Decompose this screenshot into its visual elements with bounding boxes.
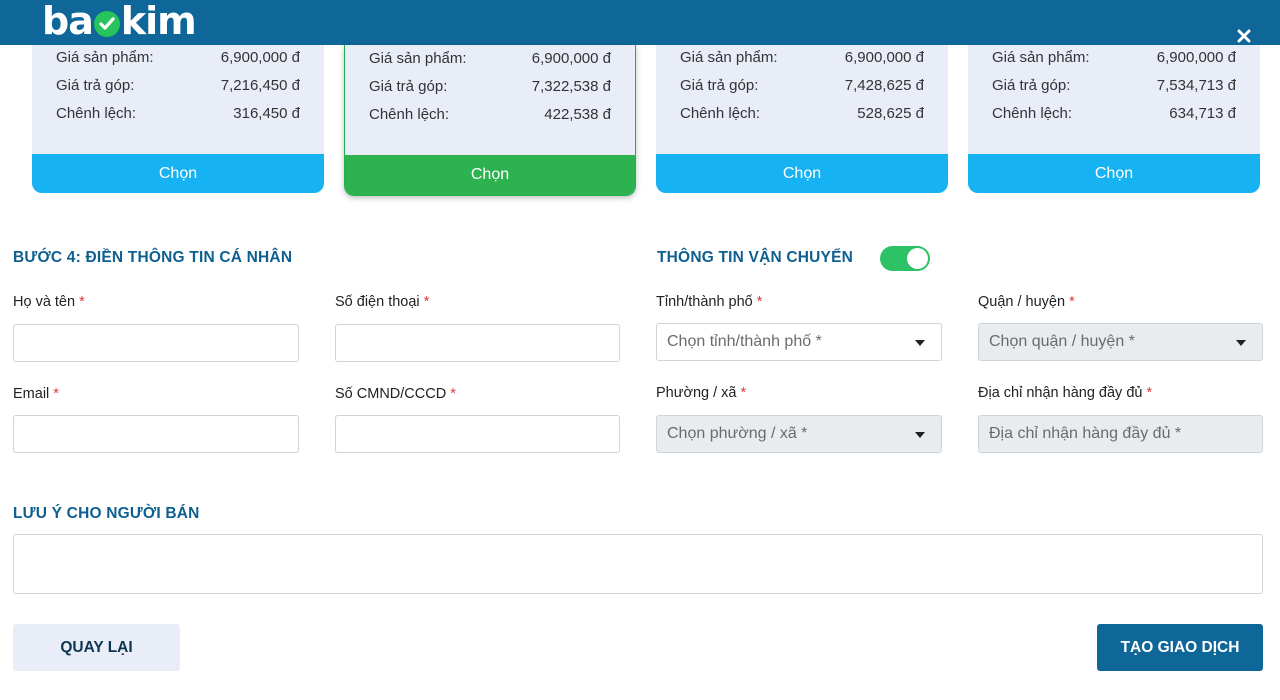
plan-price-row: Giá sản phẩm: 6,900,000 đ [369, 50, 611, 67]
required-mark: * [79, 294, 85, 310]
shipping-info-title: THÔNG TIN VẬN CHUYỂN [657, 249, 854, 266]
caret-down-icon [915, 432, 925, 438]
plan-diff-label: Chênh lệch: [369, 106, 450, 123]
required-mark: * [53, 386, 59, 402]
id-card-label-text: Số CMND/CCCD [335, 386, 447, 402]
plan-diff-row: Chênh lệch: 634,713 đ [992, 105, 1236, 122]
plan-installment-row: Giá trả góp: 7,216,450 đ [56, 77, 300, 94]
caret-down-icon [1236, 340, 1246, 346]
plan-price-row: Giá sản phẩm: 6,900,000 đ [680, 49, 924, 66]
brand-logo: ba kim [42, 0, 197, 43]
plan-installment-row: Giá trả góp: 7,534,713 đ [992, 77, 1236, 94]
id-card-label: Số CMND/CCCD * [335, 386, 456, 402]
plan-diff-row: Chênh lệch: 316,450 đ [56, 105, 300, 122]
close-icon[interactable] [1233, 25, 1255, 47]
ward-label: Phường / xã * [656, 385, 746, 401]
plan-diff-value: 316,450 đ [233, 105, 300, 122]
ward-select-text: Chọn phường / xã * [667, 425, 808, 442]
ward-label-text: Phường / xã [656, 385, 737, 401]
plan-diff-label: Chênh lệch: [992, 105, 1073, 122]
plan-price-label: Giá sản phẩm: [369, 50, 467, 67]
district-select-text: Chọn quận / huyện * [989, 333, 1135, 350]
plan-price-label: Giá sản phẩm: [680, 49, 778, 66]
required-mark: * [450, 386, 456, 402]
logo-text-suffix: kim [120, 0, 197, 43]
shipping-toggle[interactable] [880, 246, 930, 271]
id-card-input[interactable] [335, 415, 620, 453]
header-bar: ba kim [0, 0, 1280, 45]
phone-input[interactable] [335, 324, 620, 362]
plan-installment-label: Giá trả góp: [56, 77, 135, 94]
plan-card-3: Giá sản phẩm: 6,900,000 đ Giá trả góp: 7… [656, 45, 948, 193]
plan-diff-value: 422,538 đ [544, 106, 611, 123]
plan-price-value: 6,900,000 đ [220, 49, 300, 66]
plan-installment-value: 7,534,713 đ [1156, 77, 1236, 94]
plan-installment-label: Giá trả góp: [992, 77, 1071, 94]
province-label-text: Tỉnh/thành phố [656, 294, 753, 310]
name-label-text: Họ và tên [13, 294, 76, 310]
plan-select-button[interactable]: Chọn [345, 155, 635, 195]
plan-price-value: 6,900,000 đ [531, 50, 611, 67]
plan-select-button[interactable]: Chọn [32, 154, 324, 193]
seller-note-title: LƯU Ý CHO NGƯỜI BÁN [13, 505, 200, 522]
plan-price-value: 6,900,000 đ [844, 49, 924, 66]
plan-diff-label: Chênh lệch: [56, 105, 137, 122]
required-mark: * [1146, 385, 1153, 401]
plan-installment-row: Giá trả góp: 7,428,625 đ [680, 77, 924, 94]
plan-diff-label: Chênh lệch: [680, 105, 761, 122]
province-label: Tỉnh/thành phố * [656, 294, 762, 310]
plan-price-row: Giá sản phẩm: 6,900,000 đ [992, 49, 1236, 66]
district-label: Quận / huyện * [978, 294, 1075, 310]
plan-installment-label: Giá trả góp: [680, 77, 759, 94]
back-button[interactable]: QUAY LẠI [13, 624, 180, 671]
required-mark: * [1069, 294, 1075, 310]
plan-diff-row: Chênh lệch: 422,538 đ [369, 106, 611, 123]
plan-installment-value: 7,216,450 đ [220, 77, 300, 94]
plan-installment-value: 7,428,625 đ [844, 77, 924, 94]
toggle-knob [907, 248, 928, 269]
seller-note-textarea[interactable] [13, 534, 1263, 594]
address-label-text: Địa chỉ nhận hàng đầy đủ [978, 385, 1143, 401]
province-select-text: Chọn tỉnh/thành phố * [667, 333, 822, 350]
email-label: Email * [13, 386, 59, 402]
plan-price-label: Giá sản phẩm: [56, 49, 154, 66]
check-circle-icon [93, 11, 120, 37]
full-name-input[interactable] [13, 324, 299, 362]
name-label: Họ và tên * [13, 294, 85, 310]
email-label-text: Email [13, 386, 50, 402]
plan-price-label: Giá sản phẩm: [992, 49, 1090, 66]
plan-card-4: Giá sản phẩm: 6,900,000 đ Giá trả góp: 7… [968, 45, 1260, 193]
required-mark: * [756, 294, 763, 310]
plan-diff-value: 634,713 đ [1169, 105, 1236, 122]
address-input[interactable] [978, 415, 1263, 453]
address-label: Địa chỉ nhận hàng đầy đủ * [978, 385, 1152, 401]
plan-diff-value: 528,625 đ [857, 105, 924, 122]
district-label-text: Quận / huyện [978, 294, 1066, 310]
logo-text-prefix: ba [42, 0, 94, 43]
create-transaction-button[interactable]: TẠO GIAO DỊCH [1097, 624, 1263, 671]
plan-price-value: 6,900,000 đ [1156, 49, 1236, 66]
required-mark: * [740, 385, 747, 401]
plan-diff-row: Chênh lệch: 528,625 đ [680, 105, 924, 122]
plan-installment-label: Giá trả góp: [369, 78, 448, 95]
district-select[interactable]: Chọn quận / huyện * [978, 323, 1263, 361]
ward-select[interactable]: Chọn phường / xã * [656, 415, 942, 453]
plan-card-1: Giá sản phẩm: 6,900,000 đ Giá trả góp: 7… [32, 45, 324, 193]
plan-select-button[interactable]: Chọn [656, 154, 948, 193]
phone-label-text: Số điện thoại [335, 294, 420, 310]
plan-installment-row: Giá trả góp: 7,322,538 đ [369, 78, 611, 95]
plan-card-2-selected: Giá sản phẩm: 6,900,000 đ Giá trả góp: 7… [344, 45, 636, 196]
plan-installment-value: 7,322,538 đ [531, 78, 611, 95]
caret-down-icon [915, 340, 925, 346]
plan-price-row: Giá sản phẩm: 6,900,000 đ [56, 49, 300, 66]
email-input[interactable] [13, 415, 299, 453]
required-mark: * [423, 294, 430, 310]
phone-label: Số điện thoại * [335, 294, 429, 310]
personal-info-title: BƯỚC 4: ĐIỀN THÔNG TIN CÁ NHÂN [13, 249, 293, 266]
province-select[interactable]: Chọn tỉnh/thành phố * [656, 323, 942, 361]
plan-select-button[interactable]: Chọn [968, 154, 1260, 193]
